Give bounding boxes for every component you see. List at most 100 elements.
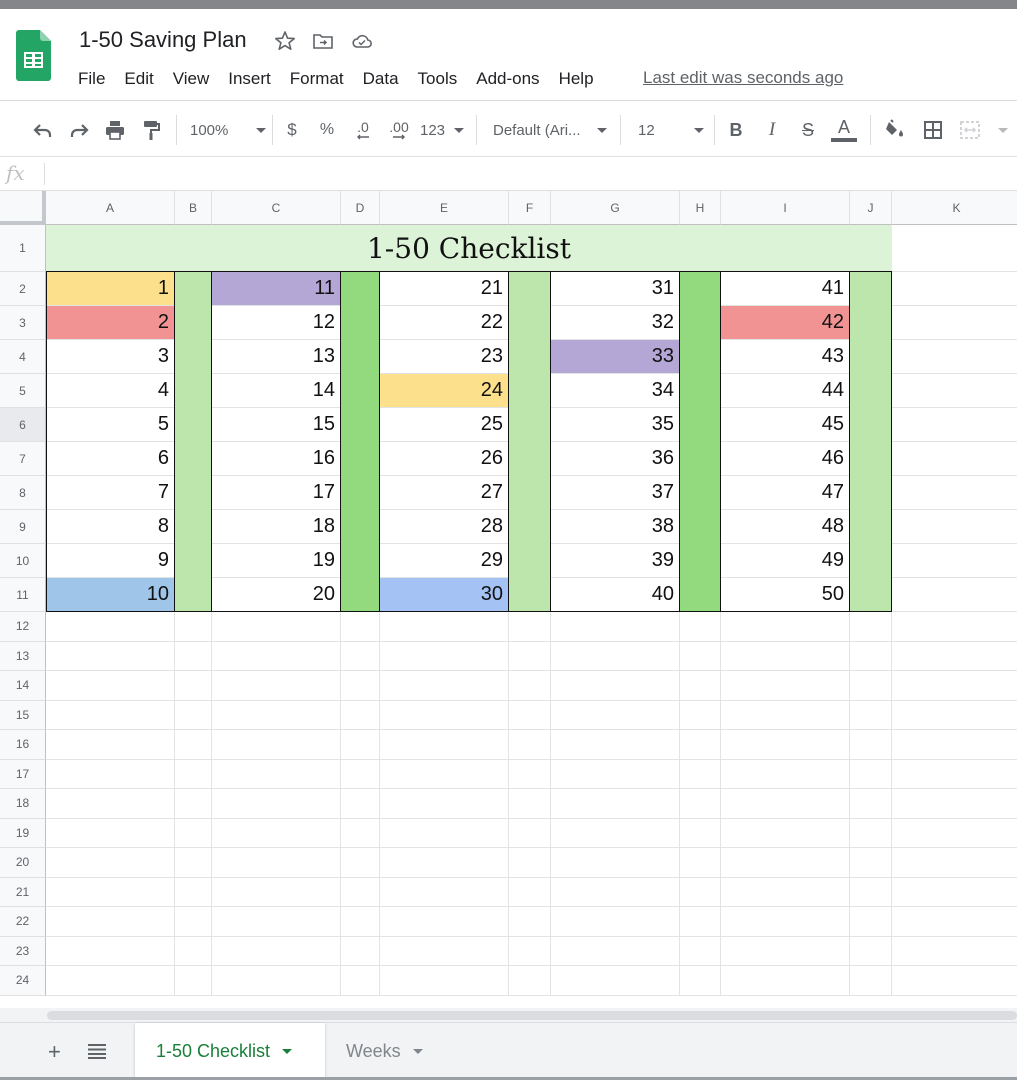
number-cell[interactable]: 12 [212, 306, 341, 340]
font-size-select[interactable]: 12 [638, 117, 704, 143]
row-header-11[interactable]: 11 [0, 578, 46, 612]
column-header-f[interactable]: F [509, 191, 551, 225]
menu-view[interactable]: View [173, 69, 210, 89]
column-header-d[interactable]: D [341, 191, 380, 225]
number-cell[interactable]: 25 [380, 408, 509, 442]
number-cell[interactable]: 13 [212, 340, 341, 374]
number-cell[interactable]: 45 [721, 408, 850, 442]
column-header-c[interactable]: C [212, 191, 341, 225]
chevron-down-icon[interactable] [282, 1049, 293, 1054]
row-header-16[interactable]: 16 [0, 730, 46, 760]
strikethrough-button[interactable]: S [798, 117, 818, 143]
number-cell[interactable]: 33 [551, 340, 680, 374]
number-cell[interactable]: 9 [46, 544, 175, 578]
currency-format-button[interactable]: $ [283, 117, 301, 143]
row-header-19[interactable]: 19 [0, 818, 46, 848]
all-sheets-list-icon[interactable] [88, 1043, 106, 1059]
column-header-a[interactable]: A [46, 191, 175, 225]
number-cell[interactable]: 40 [551, 578, 680, 612]
number-cell[interactable]: 47 [721, 476, 850, 510]
decrease-decimal-button[interactable]: .0 [350, 117, 376, 143]
row-header-13[interactable]: 13 [0, 641, 46, 671]
sheet-tab-weeks[interactable]: Weeks [332, 1023, 442, 1080]
spreadsheet-grid[interactable]: A B C D E F G H I J K 1 2 3 4 5 6 7 8 9 10 11 12 13 14 15 16 17 18 19… [0, 191, 1017, 1008]
horizontal-scrollbar-thumb[interactable] [47, 1011, 1017, 1020]
borders-button[interactable] [920, 117, 946, 143]
italic-button[interactable]: I [762, 117, 782, 143]
number-cell[interactable]: 3 [46, 340, 175, 374]
more-formats-select[interactable]: 123 [420, 117, 464, 143]
cloud-saved-icon[interactable] [351, 30, 373, 52]
row-header-22[interactable]: 22 [0, 907, 46, 937]
number-cell[interactable]: 50 [721, 578, 850, 612]
row-header-21[interactable]: 21 [0, 877, 46, 907]
row-header-9[interactable]: 9 [0, 510, 46, 544]
number-cell[interactable]: 31 [551, 272, 680, 306]
row-header-4[interactable]: 4 [0, 340, 46, 374]
formula-bar[interactable]: fx [0, 157, 1017, 191]
number-cell[interactable]: 42 [721, 306, 850, 340]
number-cell[interactable]: 37 [551, 476, 680, 510]
check-column-j[interactable] [850, 272, 892, 612]
column-header-e[interactable]: E [380, 191, 509, 225]
redo-button[interactable] [66, 117, 92, 143]
number-cell[interactable]: 46 [721, 442, 850, 476]
number-cell[interactable]: 1 [46, 272, 175, 306]
check-column-d[interactable] [341, 272, 380, 612]
number-cell[interactable]: 17 [212, 476, 341, 510]
increase-decimal-button[interactable]: .00 [384, 117, 414, 143]
column-header-j[interactable]: J [850, 191, 892, 225]
row-header-8[interactable]: 8 [0, 476, 46, 510]
number-cell[interactable]: 22 [380, 306, 509, 340]
row-header-18[interactable]: 18 [0, 789, 46, 819]
row-header-24[interactable]: 24 [0, 966, 46, 996]
merge-cells-button[interactable] [958, 117, 1008, 143]
number-cell[interactable]: 7 [46, 476, 175, 510]
sheet-tab-checklist[interactable]: 1-50 Checklist [135, 1023, 325, 1080]
row-header-2[interactable]: 2 [0, 272, 46, 306]
print-button[interactable] [102, 117, 128, 143]
number-cell[interactable]: 19 [212, 544, 341, 578]
row-header-23[interactable]: 23 [0, 936, 46, 966]
check-column-h[interactable] [680, 272, 721, 612]
number-cell[interactable]: 39 [551, 544, 680, 578]
undo-button[interactable] [30, 117, 56, 143]
number-cell[interactable]: 24 [380, 374, 509, 408]
number-cell[interactable]: 29 [380, 544, 509, 578]
menu-file[interactable]: File [78, 69, 105, 89]
number-cell[interactable]: 48 [721, 510, 850, 544]
number-cell[interactable]: 5 [46, 408, 175, 442]
number-cell[interactable]: 41 [721, 272, 850, 306]
row-header-3[interactable]: 3 [0, 306, 46, 340]
number-cell[interactable]: 32 [551, 306, 680, 340]
number-cell[interactable]: 23 [380, 340, 509, 374]
row-header-10[interactable]: 10 [0, 544, 46, 578]
row-header-20[interactable]: 20 [0, 848, 46, 878]
menu-tools[interactable]: Tools [418, 69, 458, 89]
text-color-button[interactable]: A [830, 117, 858, 143]
percent-format-button[interactable]: % [317, 117, 337, 143]
fill-color-button[interactable] [882, 117, 908, 143]
column-header-k[interactable]: K [892, 191, 1017, 225]
number-cell[interactable]: 26 [380, 442, 509, 476]
column-header-b[interactable]: B [175, 191, 212, 225]
row-header-14[interactable]: 14 [0, 671, 46, 701]
number-cell[interactable]: 27 [380, 476, 509, 510]
star-icon[interactable] [274, 30, 296, 52]
column-header-h[interactable]: H [680, 191, 721, 225]
row-header-17[interactable]: 17 [0, 759, 46, 789]
column-header-g[interactable]: G [551, 191, 680, 225]
number-cell[interactable]: 15 [212, 408, 341, 442]
number-cell[interactable]: 35 [551, 408, 680, 442]
menu-edit[interactable]: Edit [124, 69, 153, 89]
number-cell[interactable]: 20 [212, 578, 341, 612]
font-family-select[interactable]: Default (Ari... [493, 117, 607, 143]
number-cell[interactable]: 18 [212, 510, 341, 544]
number-cell[interactable]: 8 [46, 510, 175, 544]
number-cell[interactable]: 28 [380, 510, 509, 544]
row-header-7[interactable]: 7 [0, 442, 46, 476]
move-folder-icon[interactable] [312, 30, 334, 52]
sheet-title-cell[interactable]: 1-50 Checklist [46, 225, 892, 272]
number-cell[interactable]: 43 [721, 340, 850, 374]
number-cell[interactable]: 34 [551, 374, 680, 408]
